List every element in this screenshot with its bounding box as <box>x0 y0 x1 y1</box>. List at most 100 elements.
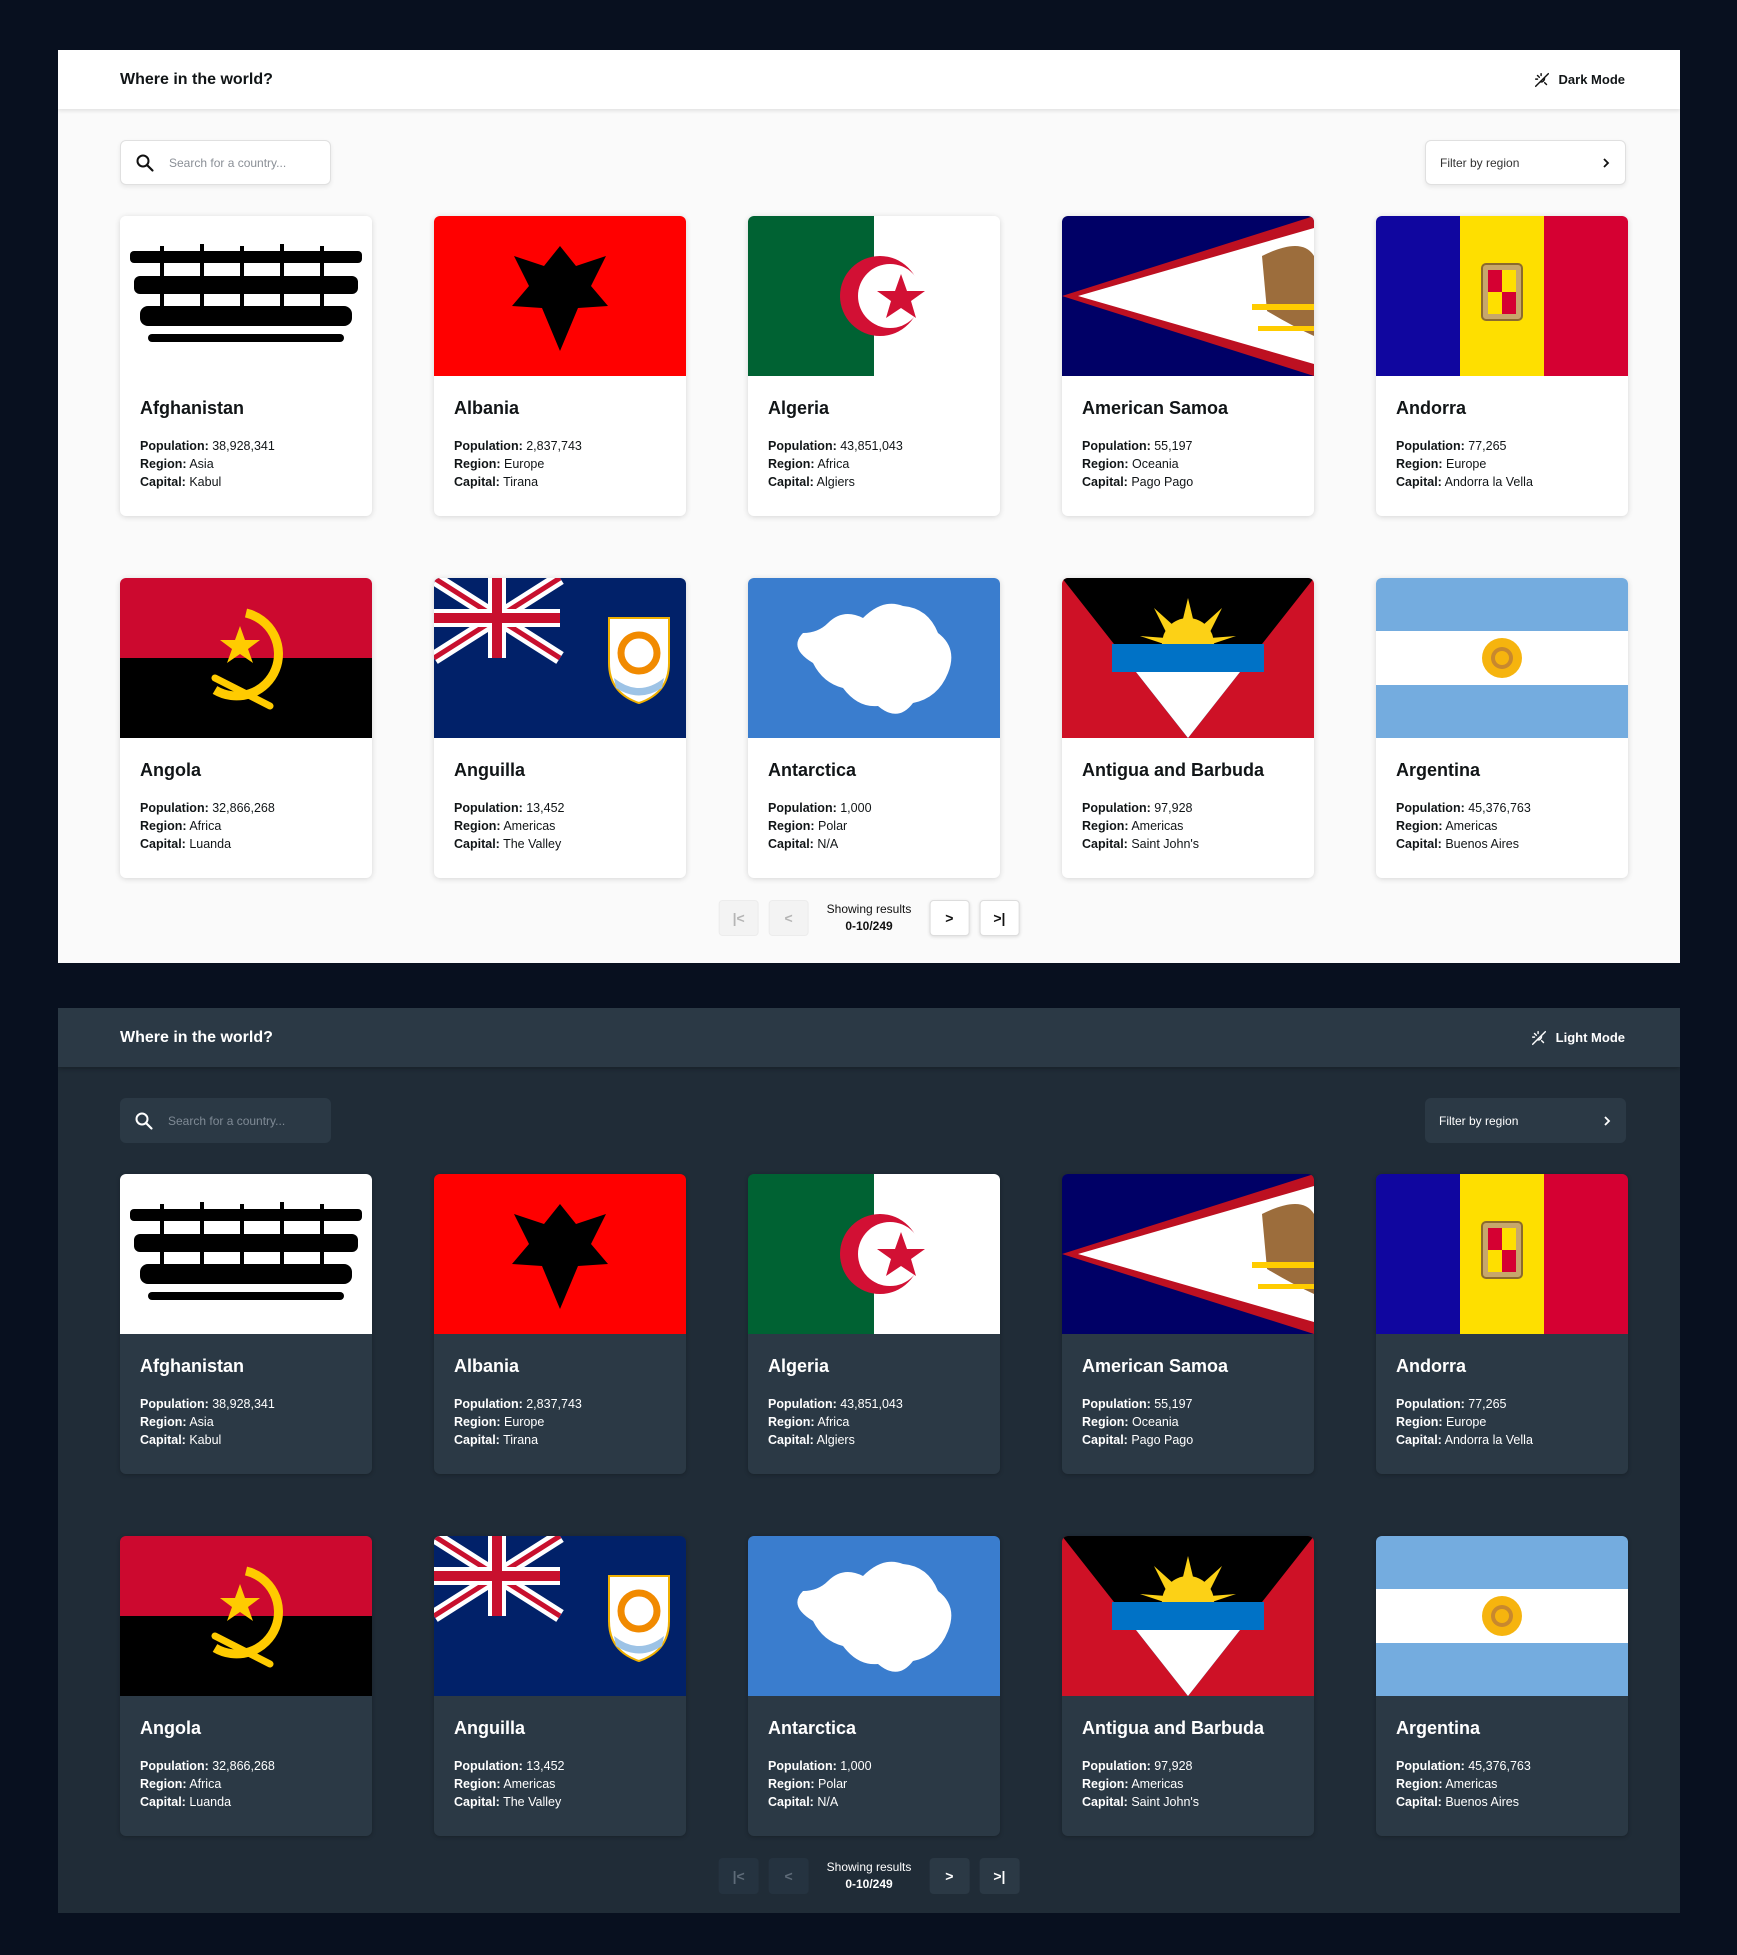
country-card[interactable]: Afghanistan Population: 38,928,341 Region:… <box>120 1174 372 1474</box>
country-card[interactable]: Anguilla Population: 13,452 Region: Americ… <box>434 1536 686 1836</box>
country-population-row: Population: 97,928 <box>1082 799 1294 817</box>
pagination: |< < Showing results 0-10/249 > >| <box>718 1858 1020 1894</box>
capital-label: Capital: <box>454 837 500 851</box>
country-capital-row: Capital: Buenos Aires <box>1396 1793 1608 1811</box>
country-card[interactable]: American Samoa Population: 55,197 Region: … <box>1062 216 1314 516</box>
prev-page-button[interactable]: < <box>768 1858 809 1894</box>
population-value: 38,928,341 <box>212 439 275 453</box>
first-page-button[interactable]: |< <box>718 1858 759 1894</box>
country-card[interactable]: Antigua and Barbuda Population: 97,928 Reg… <box>1062 578 1314 878</box>
country-region-row: Region: Oceania <box>1082 1413 1294 1431</box>
country-card[interactable]: Andorra Population: 77,265 Region: Europe C… <box>1376 1174 1628 1474</box>
results-range: 0-10/249 <box>845 1877 893 1891</box>
region-label: Region: <box>1396 1415 1443 1429</box>
last-page-button[interactable]: >| <box>979 900 1020 936</box>
population-label: Population: <box>768 801 837 815</box>
country-info: Angola Population: 32,866,268 Region: Afri… <box>120 738 372 853</box>
country-population-row: Population: 77,265 <box>1396 437 1608 455</box>
capital-value: Algiers <box>816 475 855 489</box>
country-card[interactable]: Argentina Population: 45,376,763 Region: A… <box>1376 1536 1628 1836</box>
population-label: Population: <box>1082 801 1151 815</box>
next-page-button[interactable]: > <box>929 900 970 936</box>
first-page-button[interactable]: |< <box>718 900 759 936</box>
region-value: Europe <box>504 1415 545 1429</box>
country-card[interactable]: Angola Population: 32,866,268 Region: Afri… <box>120 578 372 878</box>
american-samoa-flag <box>1062 216 1314 376</box>
showing-label: Showing results <box>826 1860 912 1874</box>
country-card[interactable]: Albania Population: 2,837,743 Region: Euro… <box>434 216 686 516</box>
region-value: Europe <box>1446 1415 1487 1429</box>
capital-label: Capital: <box>1082 837 1128 851</box>
population-label: Population: <box>1396 1397 1465 1411</box>
country-region-row: Region: Asia <box>140 1413 352 1431</box>
next-page-button[interactable]: > <box>929 1858 970 1894</box>
population-label: Population: <box>768 1397 837 1411</box>
country-name: Angola <box>140 760 201 780</box>
country-card[interactable]: Andorra Population: 77,265 Region: Europe C… <box>1376 216 1628 516</box>
country-card[interactable]: Antarctica Population: 1,000 Region: Polar… <box>748 1536 1000 1836</box>
country-card[interactable]: Anguilla Population: 13,452 Region: Americ… <box>434 578 686 878</box>
country-card[interactable]: Antigua and Barbuda Population: 97,928 Reg… <box>1062 1536 1314 1836</box>
capital-label: Capital: <box>768 475 814 489</box>
region-label: Region: <box>454 819 501 833</box>
country-name: Algeria <box>768 1356 830 1376</box>
country-card[interactable]: Argentina Population: 45,376,763 Region: A… <box>1376 578 1628 878</box>
theme-toggle[interactable]: Dark Mode <box>1533 71 1625 89</box>
country-name: Andorra <box>1396 1356 1467 1376</box>
capital-label: Capital: <box>140 837 186 851</box>
country-population-row: Population: 32,866,268 <box>140 1757 352 1775</box>
search-input[interactable]: Search for a country... <box>120 140 331 185</box>
country-region-row: Region: Polar <box>768 1775 980 1793</box>
country-card[interactable]: Albania Population: 2,837,743 Region: Euro… <box>434 1174 686 1474</box>
capital-value: Pago Pago <box>1131 475 1194 489</box>
country-info: Angola Population: 32,866,268 Region: Afri… <box>120 1696 372 1811</box>
capital-value: Saint John's <box>1131 837 1200 851</box>
country-capital-row: Capital: Pago Pago <box>1082 473 1294 491</box>
region-label: Region: <box>1082 1777 1129 1791</box>
capital-value: Andorra la Vella <box>1444 1433 1533 1447</box>
filter-label: Filter by region <box>1439 1113 1519 1128</box>
region-label: Region: <box>1082 1415 1129 1429</box>
region-filter-dropdown[interactable]: Filter by region <box>1425 140 1626 185</box>
last-page-button[interactable]: >| <box>979 1858 1020 1894</box>
country-card[interactable]: Algeria Population: 43,851,043 Region: Afr… <box>748 216 1000 516</box>
country-card[interactable]: Angola Population: 32,866,268 Region: Afri… <box>120 1536 372 1836</box>
country-region-row: Region: Africa <box>140 1775 352 1793</box>
search-input[interactable]: Search for a country... <box>120 1098 331 1143</box>
capital-label: Capital: <box>1396 837 1442 851</box>
search-placeholder: Search for a country... <box>168 1113 286 1128</box>
population-value: 55,197 <box>1154 1397 1193 1411</box>
country-card[interactable]: Afghanistan Population: 38,928,341 Region:… <box>120 216 372 516</box>
population-value: 13,452 <box>526 1759 565 1773</box>
population-value: 1,000 <box>840 801 872 815</box>
country-name: Albania <box>454 398 520 418</box>
population-label: Population: <box>1082 1759 1151 1773</box>
results-range: 0-10/249 <box>845 919 893 933</box>
population-value: 45,376,763 <box>1468 801 1531 815</box>
prev-page-button[interactable]: < <box>768 900 809 936</box>
capital-value: The Valley <box>503 1795 562 1809</box>
country-card[interactable]: American Samoa Population: 55,197 Region: … <box>1062 1174 1314 1474</box>
region-value: Europe <box>504 457 545 471</box>
region-label: Region: <box>768 457 815 471</box>
filter-label: Filter by region <box>1440 155 1520 170</box>
country-region-row: Region: Polar <box>768 817 980 835</box>
country-population-row: Population: 45,376,763 <box>1396 1757 1608 1775</box>
country-info: Albania Population: 2,837,743 Region: Euro… <box>434 1334 686 1449</box>
country-name: Andorra <box>1396 398 1467 418</box>
country-capital-row: Capital: Kabul <box>140 1431 352 1449</box>
region-value: Africa <box>817 457 850 471</box>
theme-toggle[interactable]: Light Mode <box>1530 1029 1625 1047</box>
country-info: Argentina Population: 45,376,763 Region: A… <box>1376 738 1628 853</box>
capital-value: Luanda <box>189 1795 232 1809</box>
country-card[interactable]: Algeria Population: 43,851,043 Region: Afr… <box>748 1174 1000 1474</box>
angola-flag <box>120 578 372 738</box>
country-card[interactable]: Antarctica Population: 1,000 Region: Polar… <box>748 578 1000 878</box>
country-population-row: Population: 77,265 <box>1396 1395 1608 1413</box>
capital-value: N/A <box>817 837 839 851</box>
country-population-row: Population: 13,452 <box>454 1757 666 1775</box>
region-filter-dropdown[interactable]: Filter by region <box>1425 1098 1626 1143</box>
country-info: Algeria Population: 43,851,043 Region: Afr… <box>748 376 1000 491</box>
country-capital-row: Capital: Pago Pago <box>1082 1431 1294 1449</box>
region-label: Region: <box>140 819 187 833</box>
